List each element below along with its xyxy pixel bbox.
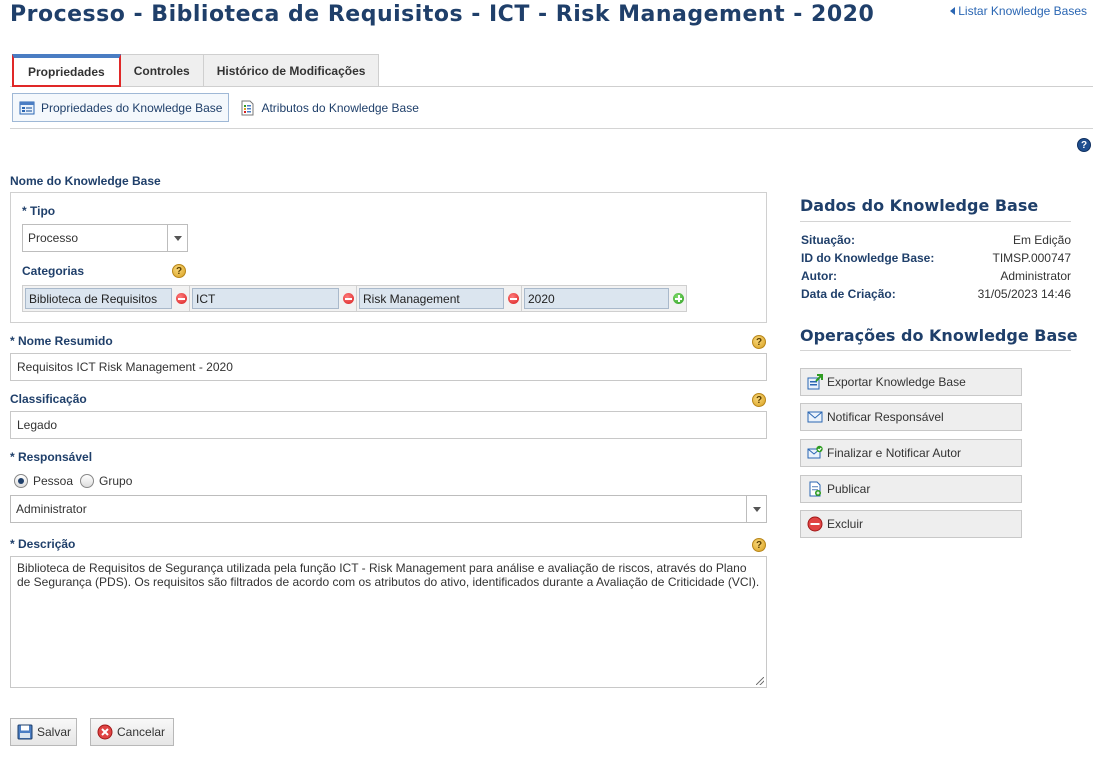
- subtab-propriedades[interactable]: Propriedades do Knowledge Base: [12, 93, 230, 122]
- descricao-value: Biblioteca de Requisitos de Segurança ut…: [17, 561, 760, 589]
- radio-pessoa-label: Pessoa: [33, 474, 74, 488]
- categorias-help-icon[interactable]: ?: [172, 264, 186, 278]
- nome-resumido-input[interactable]: Requisitos ICT Risk Management - 2020: [10, 353, 767, 381]
- tab-controles[interactable]: Controles: [119, 54, 204, 87]
- publish-icon: [809, 481, 821, 497]
- subtab-atributos-label: Atributos do Knowledge Base: [261, 100, 419, 115]
- subtab-atributos[interactable]: Atributos do Knowledge Base: [233, 93, 424, 122]
- delete-button[interactable]: Excluir: [800, 510, 1022, 538]
- cancel-icon: [97, 724, 113, 740]
- classificacao-input[interactable]: Legado: [10, 411, 767, 439]
- page-title: Processo - Biblioteca de Requisitos - IC…: [10, 2, 875, 27]
- sub-tabs: Propriedades do Knowledge Base Atributos…: [12, 93, 425, 122]
- kb-field-row: Situação: Em Edição: [801, 231, 1071, 249]
- subtab-propriedades-label: Propriedades do Knowledge Base: [41, 100, 223, 115]
- resize-grip-icon[interactable]: [756, 677, 764, 685]
- tabs-divider: [10, 86, 1093, 87]
- tipo-select[interactable]: Processo: [22, 224, 188, 252]
- category-item: Risk Management: [357, 286, 522, 311]
- back-arrow-icon: [950, 7, 956, 15]
- category-item: Biblioteca de Requisitos: [23, 286, 190, 311]
- publish-button[interactable]: Publicar: [800, 475, 1022, 503]
- kb-ops-divider: [800, 350, 1071, 351]
- kb-field-value: Em Edição: [1012, 233, 1071, 247]
- main-tabs: Propriedades Controles Histórico de Modi…: [12, 54, 380, 87]
- back-link-label: Listar Knowledge Bases: [958, 4, 1087, 18]
- finalize-notify-author-label: Finalizar e Notificar Autor: [827, 446, 962, 460]
- nome-resumido-help-icon[interactable]: ?: [752, 335, 766, 349]
- kb-field-key: Situação:: [801, 233, 856, 247]
- kb-field-value: Administrator: [1000, 269, 1071, 283]
- list-knowledge-bases-link[interactable]: Listar Knowledge Bases: [950, 4, 1087, 18]
- cancel-label: Cancelar: [117, 725, 166, 739]
- kb-field-value: TIMSP.000747: [992, 251, 1072, 265]
- kb-field-row: Data de Criação: 31/05/2023 14:46: [801, 285, 1071, 303]
- classificacao-help-icon[interactable]: ?: [752, 393, 766, 407]
- notify-responsible-button[interactable]: Notificar Responsável: [800, 403, 1022, 431]
- radio-grupo[interactable]: [80, 474, 95, 488]
- tab-historico[interactable]: Histórico de Modificações: [202, 54, 380, 87]
- nome-resumido-label: * Nome Resumido: [10, 334, 113, 348]
- responsavel-select[interactable]: Administrator: [10, 495, 767, 523]
- section-title: Nome do Knowledge Base: [10, 174, 161, 188]
- category-item: 2020: [522, 286, 686, 311]
- page-help-button[interactable]: ?: [1077, 138, 1091, 152]
- kb-data-divider: [800, 221, 1071, 222]
- responsavel-radio-group: Pessoa Grupo: [14, 474, 132, 488]
- classificacao-label: Classificação: [10, 392, 87, 406]
- add-icon[interactable]: [673, 293, 684, 304]
- mail-check-icon: [807, 445, 823, 459]
- descricao-help-icon[interactable]: ?: [752, 538, 766, 552]
- category-field[interactable]: Risk Management: [359, 288, 504, 309]
- chevron-down-icon: [167, 225, 187, 251]
- save-button[interactable]: Salvar: [10, 718, 77, 746]
- tipo-label: * Tipo: [22, 204, 56, 218]
- kb-data-title: Dados do Knowledge Base: [800, 196, 1039, 215]
- descricao-label: * Descrição: [10, 537, 76, 551]
- descricao-textarea[interactable]: Biblioteca de Requisitos de Segurança ut…: [10, 556, 767, 688]
- notify-responsible-label: Notificar Responsável: [827, 410, 944, 424]
- category-field[interactable]: ICT: [192, 288, 339, 309]
- remove-icon[interactable]: [508, 293, 519, 304]
- kb-field-key: ID do Knowledge Base:: [801, 251, 935, 265]
- save-label: Salvar: [37, 725, 72, 739]
- save-icon: [17, 724, 33, 740]
- kb-field-value: 31/05/2023 14:46: [977, 287, 1071, 301]
- radio-grupo-label: Grupo: [99, 474, 133, 488]
- responsavel-label: * Responsável: [10, 450, 93, 464]
- cancel-button[interactable]: Cancelar: [90, 718, 174, 746]
- delete-icon: [807, 516, 823, 532]
- radio-pessoa[interactable]: [14, 474, 28, 488]
- categorias-label: Categorias: [22, 264, 85, 278]
- delete-label: Excluir: [827, 517, 864, 531]
- kb-field-row: ID do Knowledge Base: TIMSP.000747: [801, 249, 1071, 267]
- properties-list-icon: [19, 101, 35, 114]
- remove-icon[interactable]: [176, 293, 187, 304]
- kb-field-key: Autor:: [801, 269, 837, 283]
- kb-name-fieldset: * Tipo Processo Categorias ? Biblioteca …: [10, 192, 767, 323]
- kb-field-key: Data de Criação:: [801, 287, 896, 301]
- export-kb-label: Exportar Knowledge Base: [827, 375, 966, 389]
- attributes-document-icon: [241, 100, 254, 115]
- subtabs-divider: [10, 128, 1093, 129]
- finalize-notify-author-button[interactable]: Finalizar e Notificar Autor: [800, 439, 1022, 467]
- category-field[interactable]: 2020: [524, 288, 669, 309]
- publish-label: Publicar: [827, 482, 871, 496]
- export-kb-button[interactable]: Exportar Knowledge Base: [800, 368, 1022, 396]
- export-icon: [807, 374, 823, 390]
- tipo-value: Processo: [28, 231, 79, 245]
- categorias-list: Biblioteca de Requisitos ICT Risk Manage…: [22, 285, 687, 312]
- category-item: ICT: [190, 286, 357, 311]
- chevron-down-icon: [746, 496, 766, 522]
- help-icon: ?: [1077, 138, 1091, 152]
- responsavel-value: Administrator: [16, 502, 87, 516]
- kb-ops-title: Operações do Knowledge Base: [800, 326, 1078, 345]
- kb-field-row: Autor: Administrator: [801, 267, 1071, 285]
- category-field[interactable]: Biblioteca de Requisitos: [25, 288, 172, 309]
- remove-icon[interactable]: [343, 293, 354, 304]
- mail-icon: [807, 411, 823, 423]
- tab-propriedades[interactable]: Propriedades: [12, 54, 121, 87]
